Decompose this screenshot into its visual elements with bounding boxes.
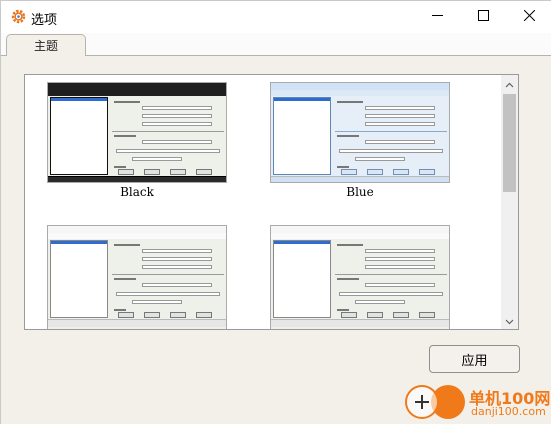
theme-label-blue: Blue xyxy=(346,185,374,199)
window-title: 选项 xyxy=(31,13,58,28)
theme-preview-black[interactable] xyxy=(47,82,227,183)
close-icon xyxy=(523,9,535,24)
options-dialog: 选项 主题 Black Blue 应用 单机100网 danji100.com xyxy=(0,0,551,424)
watermark-plus-icon xyxy=(405,385,439,419)
minimize-button[interactable] xyxy=(414,1,460,33)
scroll-down-button[interactable] xyxy=(501,312,518,329)
title-bar: 选项 xyxy=(1,1,551,33)
theme-preview-blue[interactable] xyxy=(270,82,450,183)
watermark-url: danji100.com xyxy=(471,405,546,418)
maximize-button[interactable] xyxy=(460,1,506,33)
theme-preview-3[interactable] xyxy=(47,225,227,329)
minimize-icon xyxy=(431,10,443,24)
theme-list[interactable]: Black Blue xyxy=(24,74,519,330)
apply-button[interactable]: 应用 xyxy=(429,345,520,373)
theme-preview-4[interactable] xyxy=(270,225,450,329)
chevron-up-icon xyxy=(505,77,514,91)
scroll-up-button[interactable] xyxy=(501,75,518,92)
chevron-down-icon xyxy=(505,314,514,328)
watermark-logo: 单机100网 danji100.com xyxy=(399,381,551,424)
scroll-thumb[interactable] xyxy=(503,94,516,192)
tab-theme[interactable]: 主题 xyxy=(6,34,86,56)
gear-icon xyxy=(10,8,27,25)
close-button[interactable] xyxy=(506,1,551,33)
maximize-icon xyxy=(477,10,489,24)
theme-list-scrollbar[interactable] xyxy=(501,75,518,329)
theme-label-black: Black xyxy=(120,185,154,199)
